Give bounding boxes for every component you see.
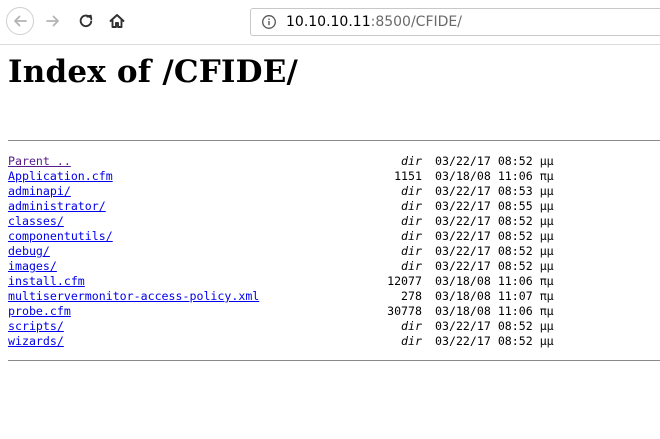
file-date: 03/22/17 08:53 μμ: [435, 184, 554, 198]
file-size: dir: [401, 184, 422, 198]
page-title: Index of /CFIDE/: [8, 54, 299, 90]
arrow-right-icon: [46, 15, 59, 27]
home-button[interactable]: [104, 8, 130, 34]
link-images[interactable]: images/: [8, 259, 57, 274]
file-size: 1151: [394, 169, 422, 183]
file-date: 03/22/17 08:55 μμ: [435, 199, 554, 213]
file-date: 03/22/17 08:52 μμ: [435, 229, 554, 243]
reload-button[interactable]: [73, 8, 99, 34]
url-host: 10.10.10.11: [286, 14, 371, 30]
list-item: Application.cfm 1151 03/18/08 11:06 πμ: [8, 169, 568, 184]
file-date: 03/22/17 08:52 μμ: [435, 214, 554, 228]
list-item: images/dir 03/22/17 08:52 μμ: [8, 259, 568, 274]
arrow-left-icon: [14, 15, 27, 27]
back-button[interactable]: [6, 7, 34, 35]
file-date: 03/18/08 11:06 πμ: [435, 274, 554, 288]
link-install-cfm[interactable]: install.cfm: [8, 274, 85, 289]
file-date: 03/22/17 08:52 μμ: [435, 319, 554, 333]
link-scripts[interactable]: scripts/: [8, 319, 64, 334]
file-size: 278: [401, 289, 422, 303]
list-item: multiservermonitor-access-policy.xml 278 0…: [8, 289, 568, 304]
link-probe-cfm[interactable]: probe.cfm: [8, 304, 71, 319]
browser-toolbar: 10.10.10.11:8500/CFIDE/: [0, 0, 660, 45]
divider-top: [8, 140, 660, 141]
link-debug[interactable]: debug/: [8, 244, 50, 259]
file-size: 12077: [387, 274, 422, 288]
file-size: dir: [401, 229, 422, 243]
list-item: debug/dir 03/22/17 08:52 μμ: [8, 244, 568, 259]
file-date: 03/22/17 08:52 μμ: [435, 244, 554, 258]
file-date: 03/22/17 08:52 μμ: [435, 334, 554, 348]
link-multiservermonitor-access-policy[interactable]: multiservermonitor-access-policy.xml: [8, 289, 259, 304]
file-size: 30778: [387, 304, 422, 318]
directory-listing: Parent .. dir 03/22/17 08:52 μμ Application…: [8, 154, 568, 349]
file-date: 03/18/08 11:06 πμ: [435, 304, 554, 318]
site-info-icon[interactable]: [261, 14, 277, 30]
link-classes[interactable]: classes/: [8, 214, 64, 229]
url-path: :8500/CFIDE/: [370, 14, 462, 30]
file-date: 03/18/08 11:06 πμ: [435, 169, 554, 183]
list-item: Parent .. dir 03/22/17 08:52 μμ: [8, 154, 568, 169]
file-size: dir: [401, 199, 422, 213]
list-item: install.cfm 12077 03/18/08 11:06 πμ: [8, 274, 568, 289]
file-size: dir: [401, 259, 422, 273]
list-item: componentutils/dir 03/22/17 08:52 μμ: [8, 229, 568, 244]
list-item: classes/dir 03/22/17 08:52 μμ: [8, 214, 568, 229]
list-item: scripts/dir 03/22/17 08:52 μμ: [8, 319, 568, 334]
link-wizards[interactable]: wizards/: [8, 334, 64, 349]
forward-button[interactable]: [40, 8, 66, 34]
link-parent[interactable]: Parent ..: [8, 154, 71, 169]
link-componentutils[interactable]: componentutils/: [8, 229, 113, 244]
link-administrator[interactable]: administrator/: [8, 199, 106, 214]
file-size: dir: [401, 154, 422, 168]
file-size: dir: [401, 244, 422, 258]
list-item: adminapi/dir 03/22/17 08:53 μμ: [8, 184, 568, 199]
address-bar[interactable]: 10.10.10.11:8500/CFIDE/: [250, 8, 660, 36]
list-item: administrator/dir 03/22/17 08:55 μμ: [8, 199, 568, 214]
divider-bottom: [8, 360, 660, 361]
file-date: 03/18/08 11:07 πμ: [435, 289, 554, 303]
file-size: dir: [401, 214, 422, 228]
file-date: 03/22/17 08:52 μμ: [435, 154, 554, 168]
file-size: dir: [401, 334, 422, 348]
home-icon: [109, 14, 125, 28]
list-item: wizards/dir 03/22/17 08:52 μμ: [8, 334, 568, 349]
list-item: probe.cfm 30778 03/18/08 11:06 πμ: [8, 304, 568, 319]
file-date: 03/22/17 08:52 μμ: [435, 259, 554, 273]
link-adminapi[interactable]: adminapi/: [8, 184, 71, 199]
file-size: dir: [401, 319, 422, 333]
link-application-cfm[interactable]: Application.cfm: [8, 169, 113, 184]
reload-icon: [79, 14, 93, 28]
